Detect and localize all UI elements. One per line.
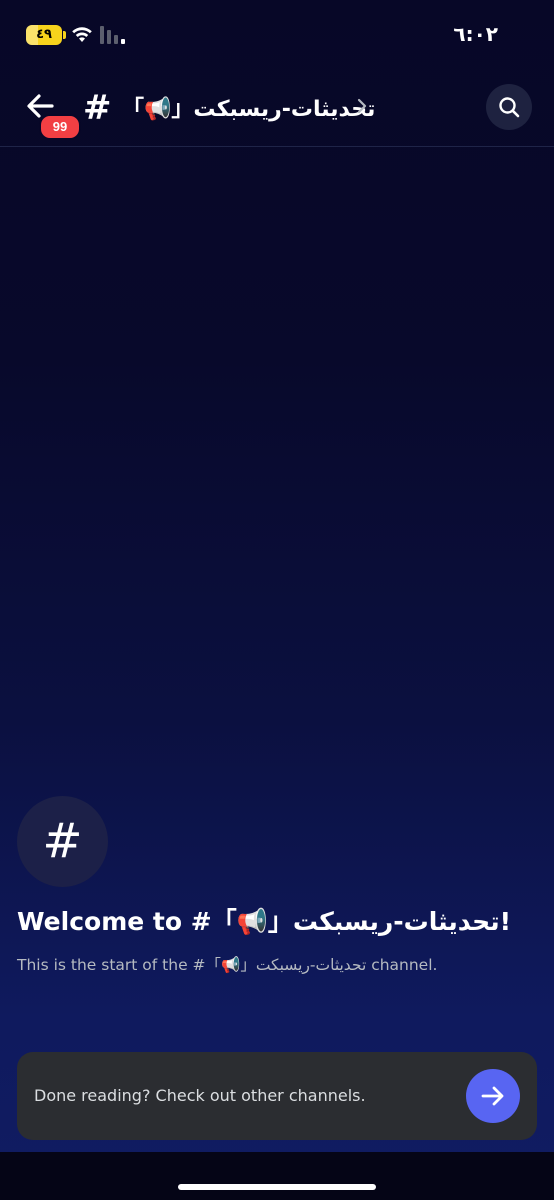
channel-name: 「📢」تحديثات-ريسبكت <box>122 97 376 122</box>
done-reading-card[interactable]: Done reading? Check out other channels. <box>17 1052 537 1140</box>
search-icon <box>499 97 520 118</box>
welcome-title: Welcome to #「📢」تحديثات-ريسبكت! <box>17 907 511 936</box>
battery-tip <box>63 31 66 39</box>
channel-title[interactable]: 「📢」تحديثات-ريسبكت <box>122 92 375 122</box>
wifi-icon <box>72 27 92 42</box>
battery-indicator: ٤٩ <box>26 25 62 45</box>
search-button[interactable] <box>486 84 532 130</box>
channel-hash-icon: # <box>83 88 112 128</box>
home-indicator[interactable] <box>178 1184 376 1190</box>
cellular-signal-icon <box>100 26 125 44</box>
welcome-subtitle: This is the start of the #「📢」تحديثات-ريس… <box>17 956 438 974</box>
status-bar: ٤٩ ٦:٠٢ <box>0 0 554 70</box>
battery-level: ٤٩ <box>36 27 52 42</box>
chevron-right-icon[interactable] <box>355 96 369 116</box>
arrow-right-icon <box>481 1086 504 1106</box>
channel-header: 99 # 「📢」تحديثات-ريسبكت <box>0 70 554 147</box>
done-reading-text: Done reading? Check out other channels. <box>34 1086 366 1105</box>
channel-hash-avatar: # <box>17 796 108 887</box>
next-channels-button[interactable] <box>466 1069 520 1123</box>
status-time: ٦:٠٢ <box>453 22 498 46</box>
bottom-bar <box>0 1152 554 1200</box>
unread-badge: 99 <box>39 114 81 140</box>
